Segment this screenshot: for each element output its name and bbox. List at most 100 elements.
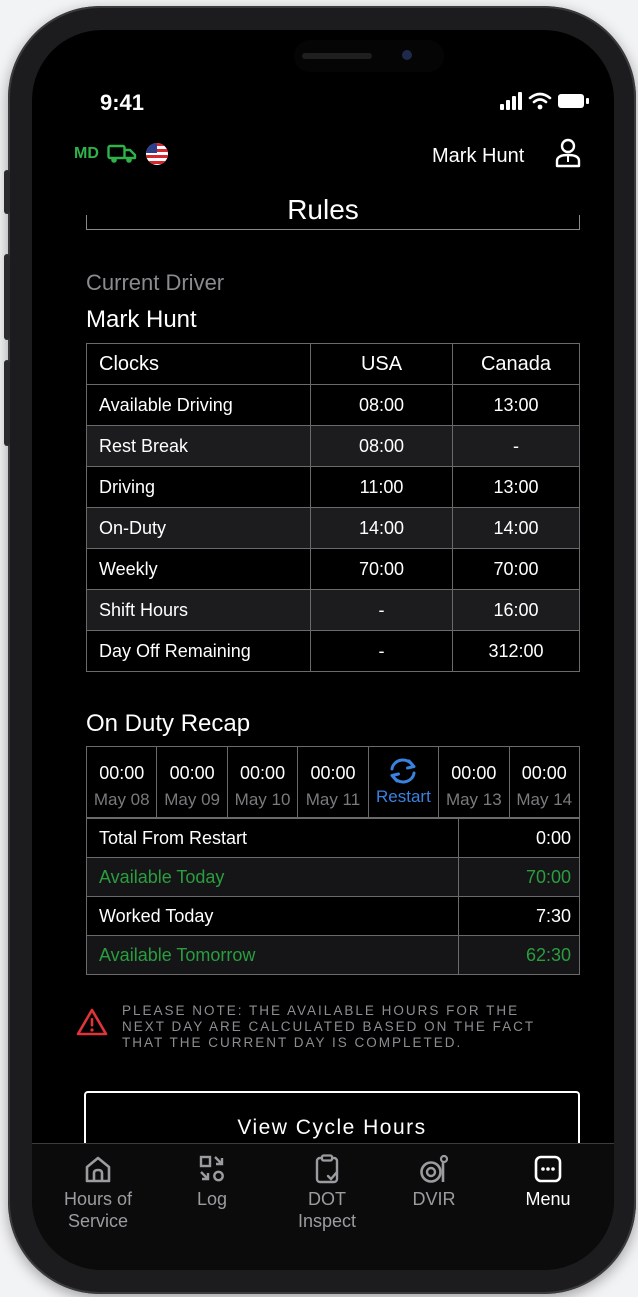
recap-title: On Duty Recap bbox=[86, 710, 251, 737]
usa-value: 70:00 bbox=[310, 548, 453, 590]
clock-name: Driving bbox=[86, 466, 311, 508]
note-line: THAT THE CURRENT DAY IS COMPLETED. bbox=[122, 1035, 463, 1050]
volume-down-button bbox=[4, 360, 10, 446]
restart-day[interactable]: Restart bbox=[369, 747, 440, 817]
note-text: PLEASE NOTE: THE AVAILABLE HOURS FOR THE… bbox=[122, 1003, 535, 1051]
silent-switch bbox=[4, 170, 10, 214]
table-row: Available Today 70:00 bbox=[86, 857, 580, 897]
table-row: Rest Break 08:00 - bbox=[86, 425, 580, 467]
table-row: Available Tomorrow 62:30 bbox=[86, 935, 580, 975]
wifi-icon bbox=[528, 92, 552, 110]
status-icons bbox=[500, 92, 590, 112]
tab-label: Inspect bbox=[297, 1211, 357, 1231]
summary-value: 7:30 bbox=[458, 896, 580, 936]
day-date: May 13 bbox=[445, 790, 502, 809]
clock-name: Shift Hours bbox=[86, 589, 311, 631]
front-camera bbox=[402, 50, 412, 60]
clocks-header: Clocks bbox=[86, 343, 311, 385]
user-name[interactable]: Mark Hunt bbox=[432, 145, 524, 168]
canada-value: 16:00 bbox=[452, 589, 580, 631]
battery-icon bbox=[558, 94, 589, 108]
canada-header: Canada bbox=[452, 343, 580, 385]
recap-day: 00:00 May 13 bbox=[439, 747, 510, 817]
canada-value: 14:00 bbox=[452, 507, 580, 549]
cellular-signal-icon bbox=[500, 92, 522, 110]
status-time: 9:41 bbox=[100, 90, 145, 115]
usa-value: 14:00 bbox=[310, 507, 453, 549]
bottom-tab-bar: Hours of Service Log DOT Inspect DVIR Me… bbox=[32, 1143, 614, 1270]
table-row: Total From Restart 0:00 bbox=[86, 818, 580, 858]
usa-value: 08:00 bbox=[310, 384, 453, 426]
usa-value: - bbox=[310, 589, 453, 631]
clock-name: Available Driving bbox=[86, 384, 311, 426]
tab-label: Log bbox=[196, 1189, 228, 1209]
tab-dot-inspect[interactable]: DOT Inspect bbox=[282, 1154, 372, 1232]
clock-name: Weekly bbox=[86, 548, 311, 590]
clock-name: On-Duty bbox=[86, 507, 311, 549]
note-line: NEXT DAY ARE CALCULATED BASED ON THE FAC… bbox=[122, 1019, 536, 1034]
day-date: May 11 bbox=[305, 790, 361, 809]
table-row: Available Driving 08:00 13:00 bbox=[86, 384, 580, 426]
usa-value: 08:00 bbox=[310, 425, 453, 467]
tab-label: Hours of bbox=[63, 1189, 133, 1209]
tab-label: Service bbox=[67, 1211, 129, 1231]
notch bbox=[294, 40, 444, 72]
status-indicators: MD bbox=[74, 142, 169, 166]
clipboard-check-icon bbox=[315, 1154, 339, 1184]
canada-value: 13:00 bbox=[452, 466, 580, 508]
clock-name: Rest Break bbox=[86, 425, 311, 467]
canada-value: 70:00 bbox=[452, 548, 580, 590]
canada-value: - bbox=[452, 425, 580, 467]
recap-day: 00:00 May 08 bbox=[87, 747, 158, 817]
day-hours: 00:00 bbox=[169, 763, 215, 783]
note-line: PLEASE NOTE: THE AVAILABLE HOURS FOR THE bbox=[122, 1003, 520, 1018]
tab-label: Menu bbox=[525, 1189, 571, 1209]
tab-dvir[interactable]: DVIR bbox=[394, 1154, 474, 1210]
tab-menu[interactable]: Menu bbox=[508, 1154, 588, 1210]
table-row: Worked Today 7:30 bbox=[86, 896, 580, 936]
table-row: Shift Hours - 16:00 bbox=[86, 589, 580, 631]
user-profile-icon[interactable] bbox=[554, 138, 582, 168]
current-driver-name: Mark Hunt bbox=[86, 306, 197, 333]
table-row: On-Duty 14:00 14:00 bbox=[86, 507, 580, 549]
menu-icon bbox=[534, 1155, 562, 1183]
day-hours: 00:00 bbox=[521, 763, 567, 783]
recap-day: 00:00 May 11 bbox=[298, 747, 369, 817]
summary-value: 0:00 bbox=[458, 818, 580, 858]
day-hours: 00:00 bbox=[99, 763, 145, 783]
tab-log[interactable]: Log bbox=[172, 1154, 252, 1210]
restart-icon[interactable] bbox=[386, 757, 420, 785]
recap-day: 00:00 May 09 bbox=[157, 747, 228, 817]
tab-hours-of-service[interactable]: Hours of Service bbox=[48, 1154, 148, 1232]
summary-label: Available Tomorrow bbox=[86, 935, 459, 975]
clocks-table: Clocks USA Canada Available Driving 08:0… bbox=[86, 343, 580, 672]
truck-icon bbox=[107, 144, 137, 163]
usa-value: 11:00 bbox=[310, 466, 453, 508]
volume-up-button bbox=[4, 254, 10, 340]
usa-value: - bbox=[310, 630, 453, 672]
summary-label: Worked Today bbox=[86, 896, 459, 936]
usa-header: USA bbox=[310, 343, 453, 385]
canada-value: 13:00 bbox=[452, 384, 580, 426]
recap-days-strip: 00:00 May 08 00:00 May 09 00:00 May 10 0… bbox=[86, 746, 580, 818]
day-date: May 10 bbox=[234, 790, 291, 809]
previous-section-box bbox=[86, 215, 580, 230]
usa-flag-icon bbox=[145, 143, 168, 165]
availability-note: PLEASE NOTE: THE AVAILABLE HOURS FOR THE… bbox=[76, 1003, 586, 1051]
speaker bbox=[302, 53, 372, 59]
summary-value: 70:00 bbox=[458, 857, 580, 897]
restart-label[interactable]: Restart bbox=[369, 787, 438, 807]
table-row: Day Off Remaining - 312:00 bbox=[86, 630, 580, 672]
tab-label: DOT bbox=[308, 1189, 346, 1209]
day-hours: 00:00 bbox=[240, 763, 286, 783]
day-date: May 14 bbox=[516, 790, 573, 809]
qr-code-icon bbox=[199, 1155, 224, 1182]
recap-day: 00:00 May 14 bbox=[510, 747, 579, 817]
recap-day: 00:00 May 10 bbox=[228, 747, 299, 817]
state-code: MD bbox=[74, 145, 99, 162]
tab-label: DVIR bbox=[412, 1189, 456, 1209]
view-cycle-hours-button[interactable]: View Cycle Hours bbox=[84, 1091, 580, 1151]
current-driver-label: Current Driver bbox=[86, 270, 225, 295]
table-row: Driving 11:00 13:00 bbox=[86, 466, 580, 508]
home-icon bbox=[85, 1156, 111, 1183]
